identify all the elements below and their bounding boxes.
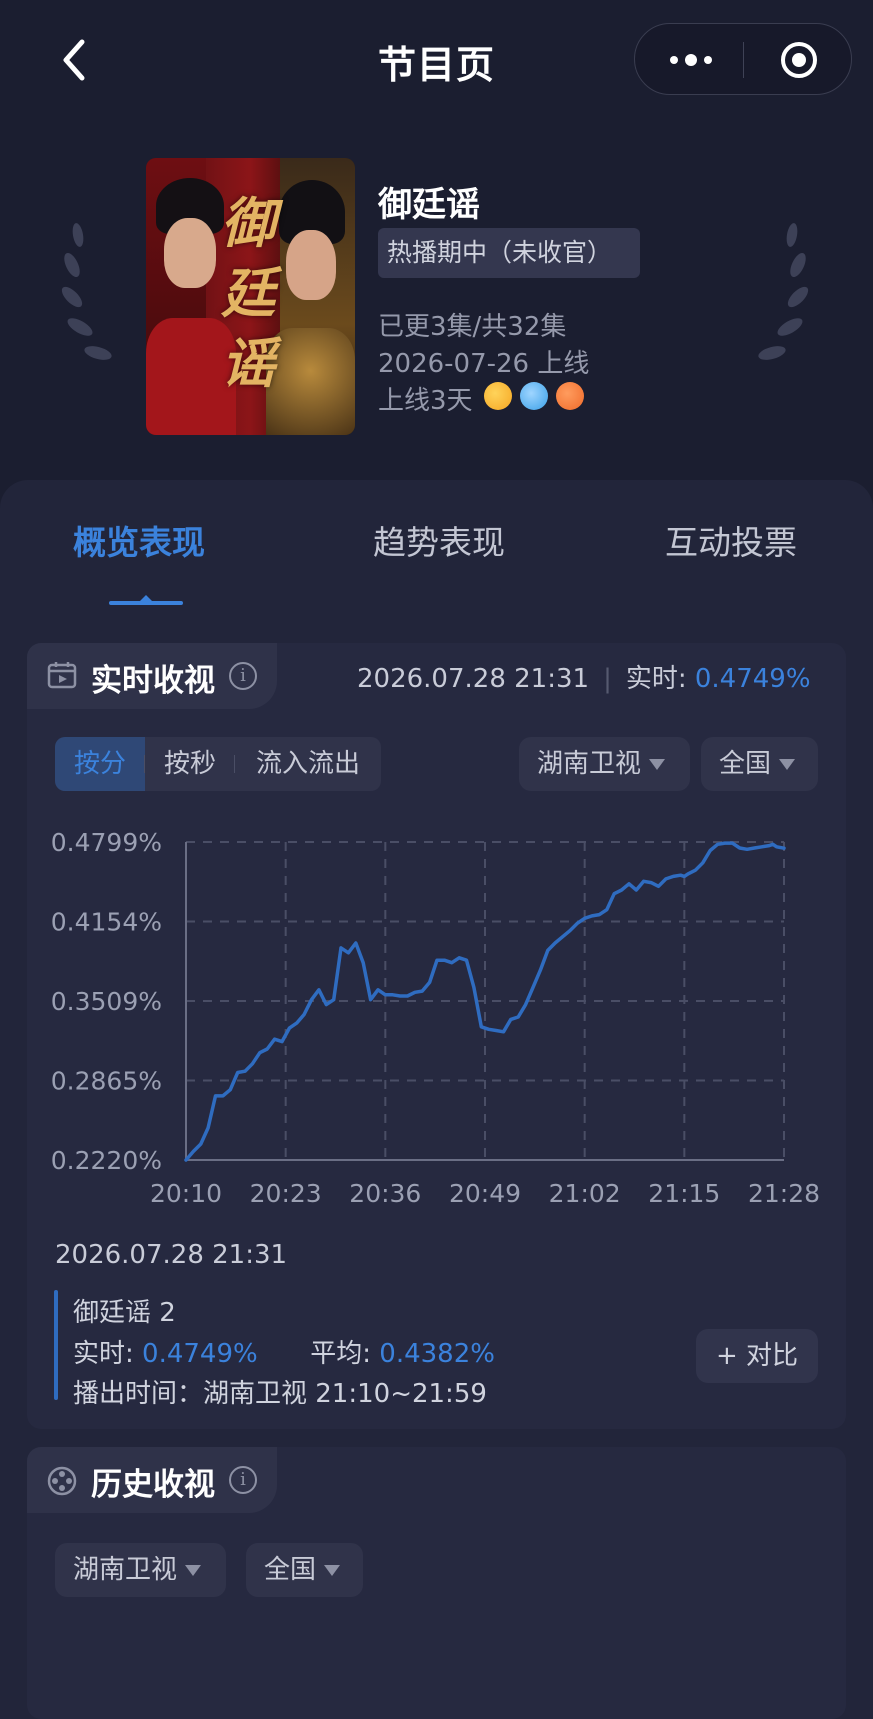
platform-icons — [484, 382, 584, 410]
y-tick-label: 0.3509% — [51, 987, 162, 1016]
x-tick-label: 20:36 — [349, 1179, 421, 1208]
mango-tv-icon — [484, 382, 512, 410]
y-tick-label: 0.4799% — [51, 828, 162, 857]
mgtv-icon — [556, 382, 584, 410]
channel-select[interactable]: 湖南卫视 — [519, 737, 690, 791]
granularity-minute[interactable]: 按分 — [55, 737, 145, 791]
legend-live-label: 实时: — [73, 1339, 134, 1369]
target-icon[interactable] — [779, 40, 819, 80]
legend-airtime: 播出时间：湖南卫视 21:10~21:59 — [73, 1379, 487, 1409]
granularity-second[interactable]: 按秒 — [145, 737, 235, 791]
tab-indicator-notch — [139, 595, 153, 602]
legend-series-name: 御廷谣 2 — [73, 1298, 176, 1328]
realtime-meta: 2026.07.28 21:31 | 实时: 0.4749% — [357, 658, 811, 695]
chevron-down-icon — [324, 1565, 341, 1576]
granularity-flow[interactable]: 流入流出 — [235, 737, 381, 791]
legend-series-bar — [54, 1290, 58, 1400]
poster-calligraphy: 御廷谣 — [221, 191, 275, 395]
program-title: 御廷谣 — [378, 185, 480, 225]
release-date: 2026-07-26 上线 — [378, 349, 590, 379]
y-tick-label: 0.2220% — [51, 1146, 162, 1175]
info-icon[interactable]: i — [229, 1466, 257, 1494]
tv-schedule-icon — [47, 662, 77, 689]
history-region-value: 全国 — [264, 1555, 317, 1585]
y-tick-label: 0.2865% — [51, 1067, 162, 1096]
chevron-down-icon — [185, 1565, 202, 1576]
realtime-live-value: 0.4749% — [694, 664, 811, 694]
film-reel-icon — [47, 1466, 77, 1496]
granularity-toggle: 按分 按秒 流入流出 — [55, 737, 381, 791]
legend-avg-label: 平均: — [310, 1339, 372, 1369]
status-badge: 热播期中（未收官） — [378, 228, 640, 278]
legend-values: 实时: 0.4749% 平均: 0.4382% — [73, 1333, 495, 1370]
mini-program-capsule — [634, 23, 852, 95]
realtime-title: 实时收视 — [91, 663, 215, 699]
x-tick-label: 21:15 — [648, 1179, 720, 1208]
region-select[interactable]: 全国 — [701, 737, 818, 791]
tab-overview[interactable]: 概览表现 — [73, 516, 205, 564]
online-days: 上线3天 — [378, 386, 473, 416]
meta-separator: | — [603, 664, 612, 694]
x-tick-label: 20:23 — [250, 1179, 322, 1208]
history-channel-select[interactable]: 湖南卫视 — [55, 1543, 226, 1597]
realtime-timestamp: 2026.07.28 21:31 — [357, 664, 590, 694]
tab-trend[interactable]: 趋势表现 — [373, 516, 505, 564]
program-poster[interactable]: 御廷谣 — [146, 158, 355, 435]
info-icon[interactable]: i — [229, 662, 257, 690]
realtime-live-label: 实时: — [625, 664, 687, 694]
y-tick-label: 0.4154% — [51, 908, 162, 937]
chevron-down-icon — [779, 759, 796, 770]
capsule-divider — [743, 42, 744, 78]
more-dots-icon[interactable] — [663, 44, 719, 76]
legend-avg-value: 0.4382% — [379, 1339, 495, 1369]
tab-vote[interactable]: 互动投票 — [665, 516, 797, 564]
x-tick-label: 20:49 — [449, 1179, 521, 1208]
x-tick-label: 20:10 — [150, 1179, 222, 1208]
chevron-down-icon — [649, 759, 666, 770]
laurel-right-icon — [758, 223, 809, 360]
realtime-ratings-chart[interactable]: 0.4799% 0.4154% 0.3509% 0.2865% 0.2220% 20:10… — [40, 820, 830, 1220]
history-channel-value: 湖南卫视 — [73, 1555, 178, 1585]
legend-live-value: 0.4749% — [142, 1339, 258, 1369]
x-tick-label: 21:02 — [549, 1179, 621, 1208]
legend-timestamp: 2026.07.28 21:31 — [55, 1240, 288, 1270]
history-title: 历史收视 — [91, 1467, 215, 1503]
channel-select-value: 湖南卫视 — [537, 749, 642, 779]
youku-icon — [520, 382, 548, 410]
compare-button[interactable]: + 对比 — [696, 1329, 818, 1383]
laurel-left-icon — [61, 223, 112, 360]
episode-count: 已更3集/共32集 — [378, 312, 567, 342]
history-region-select[interactable]: 全国 — [246, 1543, 363, 1597]
region-select-value: 全国 — [719, 749, 772, 779]
x-tick-label: 21:28 — [748, 1179, 820, 1208]
